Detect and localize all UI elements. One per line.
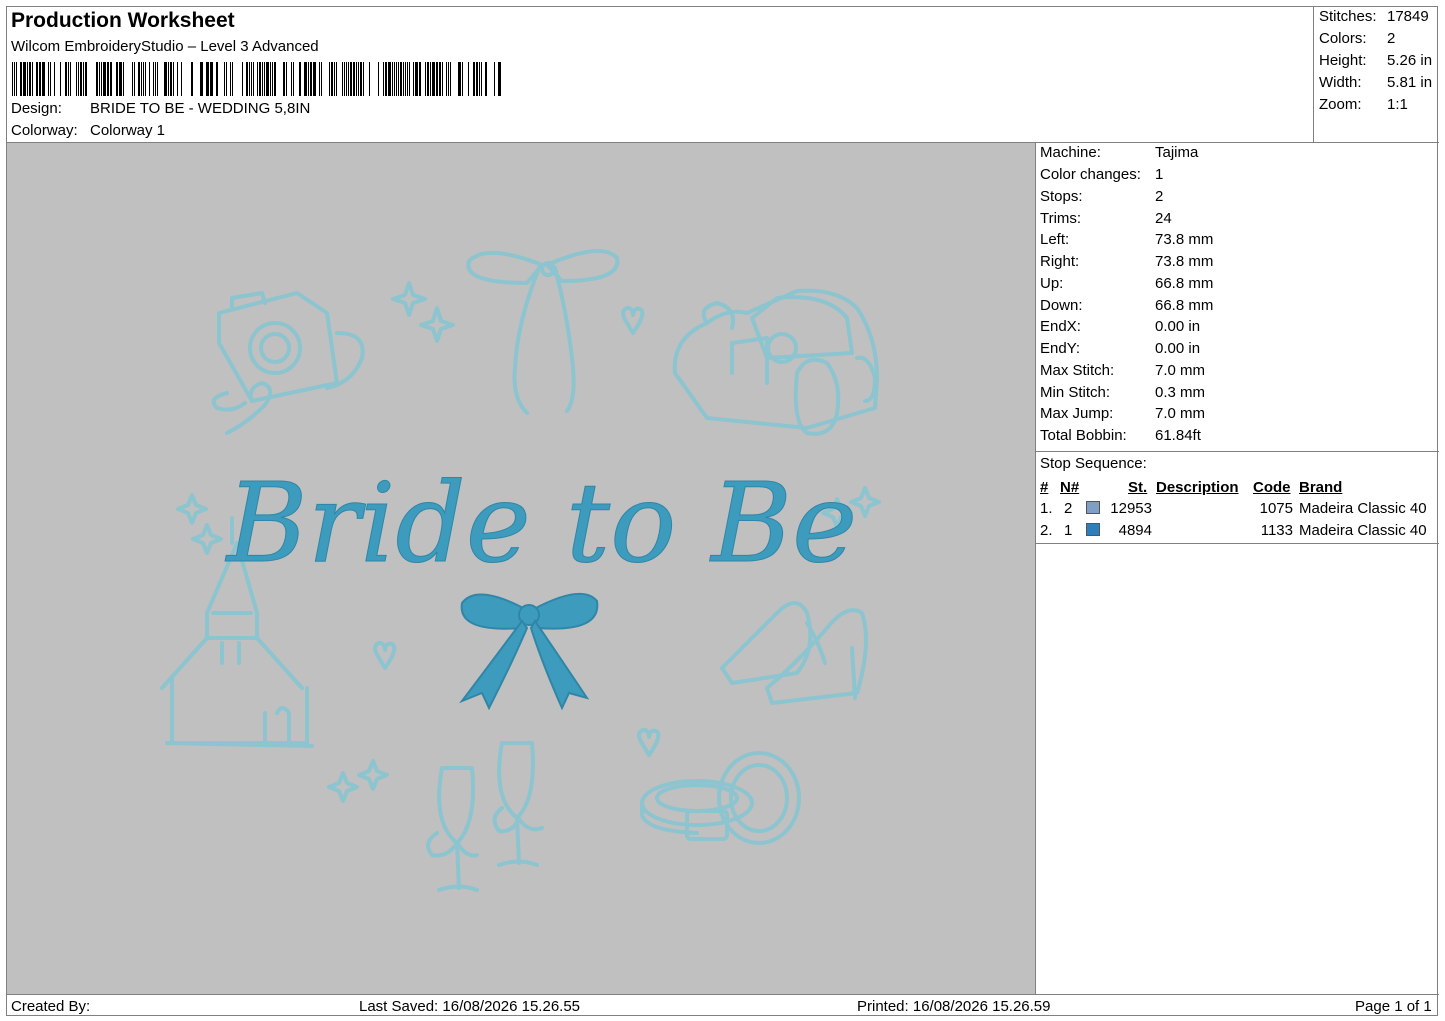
- color-swatch: [1086, 523, 1100, 536]
- table-row-needle: 1: [1064, 522, 1073, 539]
- table-row-num: 2.: [1040, 522, 1053, 539]
- camera-icon: [211, 291, 365, 435]
- created-by: Created By:: [11, 998, 91, 1015]
- col-needle: N#: [1060, 479, 1080, 496]
- info-row: Trims: 24: [1040, 210, 1172, 227]
- sparkle-icon: [419, 306, 455, 343]
- page-number: Page 1 of 1: [1355, 998, 1432, 1015]
- design-text: Bride to Be: [225, 459, 857, 587]
- stop-sequence-title: Stop Sequence:: [1040, 455, 1147, 472]
- table-row-code: 1133: [1260, 522, 1293, 539]
- embroidery-design: Bride to Be: [160, 248, 881, 892]
- colorway-label: Colorway:: [11, 122, 78, 139]
- colorway-value: Colorway 1: [90, 122, 166, 139]
- table-row-stitches: 4894: [1118, 522, 1152, 539]
- car-icon: [672, 288, 879, 436]
- info-row: Max Stitch: 7.0 mm: [1040, 362, 1206, 379]
- col-brand: Brand: [1299, 479, 1343, 496]
- sparkle-icon: [357, 759, 389, 791]
- stat-colors: Colors: 2: [1319, 30, 1396, 47]
- divider: [1036, 543, 1439, 544]
- heart-icon: [637, 727, 661, 757]
- sparkle-icon: [191, 523, 223, 555]
- col-code: Code: [1253, 479, 1291, 496]
- stat-stitches: Stitches: 17849: [1319, 8, 1429, 25]
- colorway-row: Colorway: Colorway 1: [11, 122, 165, 139]
- info-row: Total Bobbin: 61.84ft: [1040, 427, 1201, 444]
- info-row: Down: 66.8 mm: [1040, 297, 1214, 314]
- table-row-brand: Madeira Classic 40: [1299, 500, 1427, 517]
- heart-icon: [621, 305, 645, 335]
- design-label: Design:: [11, 100, 62, 117]
- rings-icon: [640, 751, 801, 845]
- design-row: Design: BRIDE TO BE - WEDDING 5,8IN: [11, 100, 310, 117]
- printed-date: Printed: 16/08/2026 15.26.59: [857, 998, 1051, 1015]
- info-row: Right: 73.8 mm: [1040, 253, 1214, 270]
- champagne-glasses-icon: [426, 741, 544, 892]
- info-row: Up: 66.8 mm: [1040, 275, 1214, 292]
- table-row-brand: Madeira Classic 40: [1299, 522, 1427, 539]
- bow-outline-icon: [466, 248, 620, 415]
- heart-icon: [373, 640, 397, 670]
- bow-filled-icon: [459, 592, 599, 711]
- worksheet-header: Production Worksheet Wilcom EmbroiderySt…: [7, 7, 1314, 143]
- software-name: Wilcom EmbroideryStudio – Level 3 Advanc…: [11, 38, 319, 55]
- info-row: Min Stitch: 0.3 mm: [1040, 384, 1206, 401]
- divider: [1036, 451, 1439, 452]
- stats-panel: Stitches: 17849 Colors: 2 Height: 5.26 in W…: [1314, 7, 1439, 143]
- info-row: Color changes: 1: [1040, 166, 1164, 183]
- design-value: BRIDE TO BE - WEDDING 5,8IN: [90, 100, 311, 117]
- shoes-icon: [720, 601, 868, 705]
- table-row-stitches: 12953: [1110, 500, 1152, 517]
- machine-info-panel: Machine: Tajima Color changes: 1 Stops: 2 T…: [1036, 143, 1439, 994]
- page-title: Production Worksheet: [11, 9, 235, 32]
- info-row: Max Jump: 7.0 mm: [1040, 405, 1206, 422]
- last-saved: Last Saved: 16/08/2026 15.26.55: [359, 998, 581, 1015]
- col-description: Description: [1156, 479, 1239, 496]
- table-row-needle: 2: [1064, 500, 1073, 517]
- info-row: Left: 73.8 mm: [1040, 231, 1214, 248]
- stat-width: Width: 5.81 in: [1319, 74, 1433, 91]
- color-swatch: [1086, 501, 1100, 514]
- worksheet-footer: Created By: Last Saved: 16/08/2026 15.26…: [7, 994, 1439, 1017]
- table-row-code: 1075: [1259, 500, 1293, 517]
- info-row: Machine: Tajima: [1040, 144, 1199, 161]
- info-row: EndY: 0.00 in: [1040, 340, 1201, 357]
- stat-zoom: Zoom: 1:1: [1319, 96, 1408, 113]
- sparkle-icon: [391, 281, 427, 317]
- table-row-num: 1.: [1040, 500, 1053, 517]
- info-row: Stops: 2: [1040, 188, 1164, 205]
- design-preview: Bride to Be: [7, 143, 1036, 994]
- sparkle-icon: [176, 493, 208, 525]
- info-row: EndX: 0.00 in: [1040, 318, 1201, 335]
- barcode-icon: [12, 62, 501, 96]
- stat-height: Height: 5.26 in: [1319, 52, 1433, 69]
- col-num: #: [1040, 479, 1049, 496]
- col-stitches: St.: [1128, 479, 1148, 496]
- worksheet-frame: Production Worksheet Wilcom EmbroiderySt…: [6, 6, 1439, 1017]
- sparkle-icon: [327, 771, 359, 803]
